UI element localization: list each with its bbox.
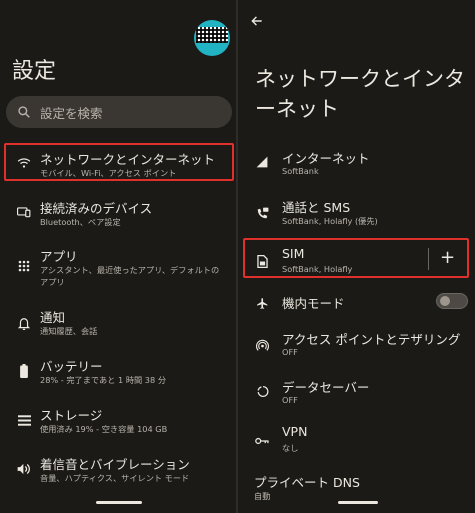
item-subtitle: SoftBank, Holafly (優先) bbox=[282, 216, 378, 226]
item-title: ストレージ bbox=[40, 408, 103, 423]
page-title: ネットワークとインターネット bbox=[255, 67, 465, 121]
item-title: 機内モード bbox=[282, 296, 345, 311]
item-title: 通話と SMS bbox=[282, 200, 351, 215]
item-subtitle: 使用済み 19% - 空き容量 104 GB bbox=[40, 424, 168, 434]
network-item-vpn[interactable]: VPN なし bbox=[238, 424, 475, 464]
item-subtitle-line2: アプリ bbox=[40, 277, 65, 287]
item-title: 通知 bbox=[40, 310, 66, 325]
search-icon bbox=[17, 105, 31, 119]
item-subtitle: 28% - 完了まであと 1 時間 38 分 bbox=[40, 375, 167, 385]
hotspot-icon bbox=[254, 337, 270, 353]
battery-icon bbox=[16, 363, 32, 379]
item-title: アクセス ポイントとテザリング bbox=[282, 332, 461, 347]
back-arrow-icon[interactable] bbox=[250, 14, 266, 30]
search-placeholder: 設定を検索 bbox=[40, 105, 103, 121]
item-title: インターネット bbox=[282, 151, 370, 166]
highlight-network bbox=[4, 143, 234, 181]
bell-icon bbox=[16, 315, 32, 331]
search-bar[interactable]: 設定を検索 bbox=[6, 96, 232, 128]
item-subtitle: Bluetooth、ペア設定 bbox=[40, 217, 121, 227]
settings-item-storage[interactable]: ストレージ 使用済み 19% - 空き容量 104 GB bbox=[0, 405, 236, 449]
page-title: 設定 bbox=[12, 59, 57, 84]
item-subtitle: SoftBank bbox=[282, 166, 319, 176]
network-panel: ネットワークとインターネット インターネット SoftBank 通話と SMS … bbox=[238, 0, 475, 513]
item-subtitle: アシスタント、最近使ったアプリ、デフォルトの bbox=[40, 265, 220, 275]
network-item-data-saver[interactable]: データセーバー OFF bbox=[238, 377, 475, 417]
volume-icon bbox=[16, 461, 32, 477]
apps-grid-icon bbox=[16, 258, 32, 274]
item-title: 着信音とバイブレーション bbox=[40, 457, 190, 472]
nav-gesture-handle[interactable] bbox=[338, 501, 378, 504]
airplane-mode-toggle[interactable] bbox=[436, 293, 468, 309]
item-title: 接続済みのデバイス bbox=[40, 201, 153, 216]
network-item-hotspot[interactable]: アクセス ポイントとテザリング OFF bbox=[238, 329, 475, 369]
storage-icon bbox=[16, 412, 32, 428]
devices-icon bbox=[16, 204, 32, 220]
highlight-sim bbox=[243, 238, 469, 278]
settings-item-connected-devices[interactable]: 接続済みのデバイス Bluetooth、ペア設定 bbox=[0, 198, 236, 242]
nav-gesture-handle[interactable] bbox=[96, 501, 142, 504]
item-title: VPN bbox=[282, 424, 308, 439]
item-title: プライベート DNS bbox=[254, 475, 360, 490]
item-subtitle: 通知履歴、会話 bbox=[40, 326, 98, 336]
network-item-private-dns[interactable]: プライベート DNS 自動 bbox=[238, 472, 475, 512]
settings-item-notifications[interactable]: 通知 通知履歴、会話 bbox=[0, 307, 236, 351]
item-subtitle: 自動 bbox=[254, 491, 271, 501]
item-title: データセーバー bbox=[282, 380, 370, 395]
settings-item-battery[interactable]: バッテリー 28% - 完了まであと 1 時間 38 分 bbox=[0, 356, 236, 400]
airplane-icon bbox=[254, 295, 270, 311]
item-subtitle: OFF bbox=[282, 395, 298, 405]
avatar[interactable] bbox=[194, 20, 230, 56]
call-sms-icon bbox=[254, 205, 270, 221]
signal-icon bbox=[254, 154, 270, 170]
vpn-key-icon bbox=[254, 433, 270, 449]
network-item-calls-sms[interactable]: 通話と SMS SoftBank, Holafly (優先) bbox=[238, 197, 475, 237]
settings-item-apps[interactable]: アプリ アシスタント、最近使ったアプリ、デフォルトの アプリ bbox=[0, 246, 236, 302]
item-subtitle: OFF bbox=[282, 347, 298, 357]
item-title: アプリ bbox=[40, 249, 78, 264]
network-item-internet[interactable]: インターネット SoftBank bbox=[238, 148, 475, 188]
data-saver-icon bbox=[254, 383, 270, 399]
settings-panel: 設定 設定を検索 ネットワークとインターネット モバイル、Wi-Fi、アクセス … bbox=[0, 0, 236, 513]
item-subtitle: 音量、ハプティクス、サイレント モード bbox=[40, 473, 190, 483]
settings-item-sound[interactable]: 着信音とバイブレーション 音量、ハプティクス、サイレント モード bbox=[0, 454, 236, 498]
item-title: バッテリー bbox=[40, 359, 103, 374]
item-subtitle: なし bbox=[282, 443, 299, 453]
